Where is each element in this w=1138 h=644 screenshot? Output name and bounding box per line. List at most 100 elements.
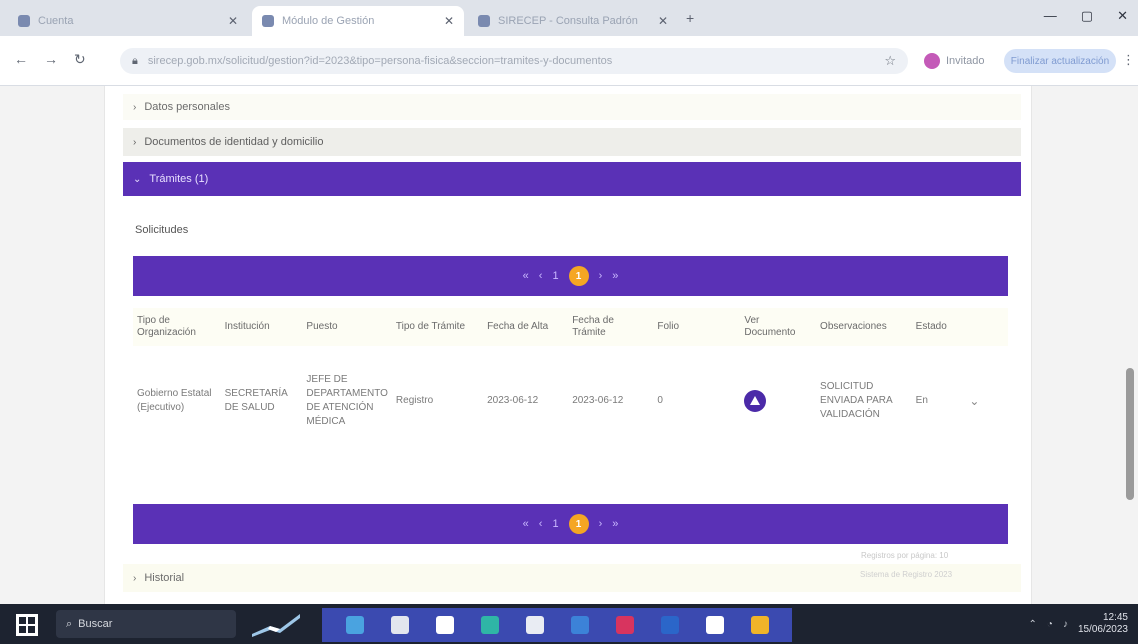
cell-folio: 0 — [657, 395, 663, 406]
volume-icon[interactable]: ♪ — [1063, 619, 1068, 630]
cell-tramite: Registro — [395, 395, 434, 406]
page-content: › Datos personales › Documentos de ident… — [104, 86, 1032, 604]
bookmark-star-icon[interactable]: ☆ — [884, 53, 896, 69]
chevron-right-icon: › — [133, 101, 137, 113]
tab-modulo-gestion[interactable]: Módulo de Gestión ✕ — [252, 6, 464, 36]
profile-button[interactable]: Invitado — [924, 50, 985, 72]
rows-per-page-note: Registros por página: 10 — [861, 551, 949, 560]
taskbar-app-icons — [322, 608, 792, 642]
minimize-button[interactable]: — — [1044, 8, 1057, 24]
view-document-icon[interactable] — [744, 390, 767, 412]
folder-icon[interactable] — [750, 616, 769, 634]
last-page-button[interactable]: » — [612, 270, 618, 282]
accordion-label: Historial — [144, 572, 185, 584]
word-icon[interactable] — [660, 616, 679, 634]
browser-toolbar: ← → ↻ 🔒︎ sirecep.gob.mx/solicitud/gestio… — [0, 36, 1138, 86]
window-controls: — ▢ ✕ — [1044, 8, 1128, 24]
tab-sirecep[interactable]: SIRECEP - Consulta Padrón ✕ — [468, 6, 678, 36]
cell-fecha-alta: 2023-06-12 — [487, 395, 539, 406]
last-page-button[interactable]: » — [612, 518, 618, 530]
task-view-icon[interactable] — [345, 616, 364, 634]
url-text[interactable]: sirecep.gob.mx/solicitud/gestion?id=2023… — [148, 55, 884, 67]
tab-title: SIRECEP - Consulta Padrón — [498, 15, 638, 27]
store-icon[interactable] — [435, 616, 454, 634]
column-header[interactable]: Tipo de Organización — [133, 308, 221, 346]
column-header[interactable]: Observaciones — [816, 308, 912, 346]
column-header[interactable]: Puesto — [302, 308, 392, 346]
favicon-icon — [18, 15, 30, 27]
favicon-icon — [262, 15, 274, 27]
weather-widget-icon[interactable] — [250, 610, 302, 638]
accordion-datos-personales[interactable]: › Datos personales — [123, 94, 1021, 120]
accordion-label: Documentos de identidad y domicilio — [144, 136, 324, 148]
taskbar-search-label: Buscar — [78, 618, 113, 630]
favicon-icon — [478, 15, 490, 27]
current-page-indicator[interactable]: 1 — [568, 514, 589, 534]
browser-tab-bar: Cuenta ✕ Módulo de Gestión ✕ SIRECEP - C… — [0, 0, 1138, 36]
finish-update-button[interactable]: Finalizar actualización — [1004, 49, 1116, 73]
new-tab-button[interactable]: + — [686, 10, 694, 26]
system-footer-note: Sistema de Registro 2023 — [860, 570, 953, 579]
column-header[interactable]: Tipo de Trámite — [391, 308, 484, 346]
column-header[interactable]: Institución — [220, 308, 303, 346]
prev-page-button[interactable]: ‹ — [539, 270, 543, 282]
pagination-bottom: « ‹ 1 1 › » — [133, 504, 1008, 544]
start-button[interactable] — [16, 614, 38, 636]
first-page-button[interactable]: « — [523, 518, 529, 530]
table-header-row: Tipo de Organización Institución Puesto … — [133, 308, 1008, 346]
reload-button[interactable]: ↻ — [74, 51, 86, 68]
table-row[interactable]: Gobierno Estatal (Ejecutivo) SECRETARÍA … — [133, 346, 1008, 456]
address-bar[interactable]: 🔒︎ sirecep.gob.mx/solicitud/gestion?id=2… — [120, 48, 908, 74]
network-icon[interactable]: ◔ — [1047, 619, 1053, 630]
close-window-button[interactable]: ✕ — [1117, 8, 1128, 24]
taskbar-search[interactable]: ⌕ Buscar — [56, 610, 236, 638]
column-header[interactable]: Estado — [911, 308, 966, 346]
clock[interactable]: 12:45 15/06/2023 — [1078, 612, 1128, 636]
first-page-button[interactable]: « — [523, 270, 529, 282]
forward-button[interactable]: → — [44, 51, 58, 67]
tab-cuenta[interactable]: Cuenta ✕ — [8, 6, 248, 36]
os-taskbar: ⌕ Buscar ⌃ ◔ ♪ 12:45 15/06/2023 — [0, 604, 1138, 644]
close-tab-icon[interactable]: ✕ — [444, 14, 454, 28]
accordion-tramites[interactable]: ⌄ Trámites (1) — [123, 162, 1021, 196]
cell-organizacion: Gobierno Estatal (Ejecutivo) — [137, 388, 212, 413]
cell-ver-documento — [740, 346, 816, 456]
cell-observaciones: SOLICITUD ENVIADA PARA VALIDACIÓN — [820, 381, 893, 420]
accordion-label: Datos personales — [144, 101, 230, 113]
current-page-indicator[interactable]: 1 — [568, 266, 589, 286]
page-number-button[interactable]: 1 — [552, 270, 558, 282]
edge-icon[interactable] — [480, 616, 499, 634]
close-tab-icon[interactable]: ✕ — [658, 14, 668, 28]
settings-icon[interactable] — [705, 616, 724, 634]
chevron-down-icon: ⌄ — [133, 173, 142, 185]
close-tab-icon[interactable]: ✕ — [228, 14, 238, 28]
chevron-down-icon[interactable]: ⌄ — [969, 394, 979, 408]
pagination-top: « ‹ 1 1 › » — [133, 256, 1008, 296]
system-tray: ⌃ ◔ ♪ 12:45 15/06/2023 — [1029, 612, 1129, 636]
accordion-label: Trámites (1) — [149, 173, 209, 185]
accordion-documentos[interactable]: › Documentos de identidad y domicilio — [123, 128, 1021, 156]
cell-fecha-tramite: 2023-06-12 — [572, 395, 624, 406]
back-button[interactable]: ← — [14, 51, 28, 67]
maximize-button[interactable]: ▢ — [1081, 8, 1093, 24]
column-header[interactable]: Fecha de Trámite — [568, 308, 654, 346]
photos-icon[interactable] — [615, 616, 634, 634]
mail-icon[interactable] — [525, 616, 544, 634]
next-page-button[interactable]: › — [599, 518, 603, 530]
next-page-button[interactable]: › — [599, 270, 603, 282]
tramites-table: Tipo de Organización Institución Puesto … — [133, 308, 1008, 456]
search-icon: ⌕ — [66, 617, 73, 630]
chevron-up-icon[interactable]: ⌃ — [1029, 619, 1037, 630]
file-explorer-icon[interactable] — [390, 616, 409, 634]
page-scrollbar[interactable] — [1126, 368, 1134, 500]
lock-icon[interactable]: 🔒︎ — [132, 55, 138, 68]
chrome-icon[interactable] — [570, 616, 589, 634]
page-number-button[interactable]: 1 — [552, 518, 558, 530]
tab-title: Cuenta — [38, 15, 74, 27]
prev-page-button[interactable]: ‹ — [539, 518, 543, 530]
column-header[interactable]: Folio — [653, 308, 741, 346]
column-header[interactable]: Fecha de Alta — [483, 308, 569, 346]
browser-menu-icon[interactable]: ⋮ — [1122, 52, 1135, 68]
column-header[interactable]: Ver Documento — [740, 308, 817, 346]
chevron-right-icon: › — [133, 136, 137, 148]
